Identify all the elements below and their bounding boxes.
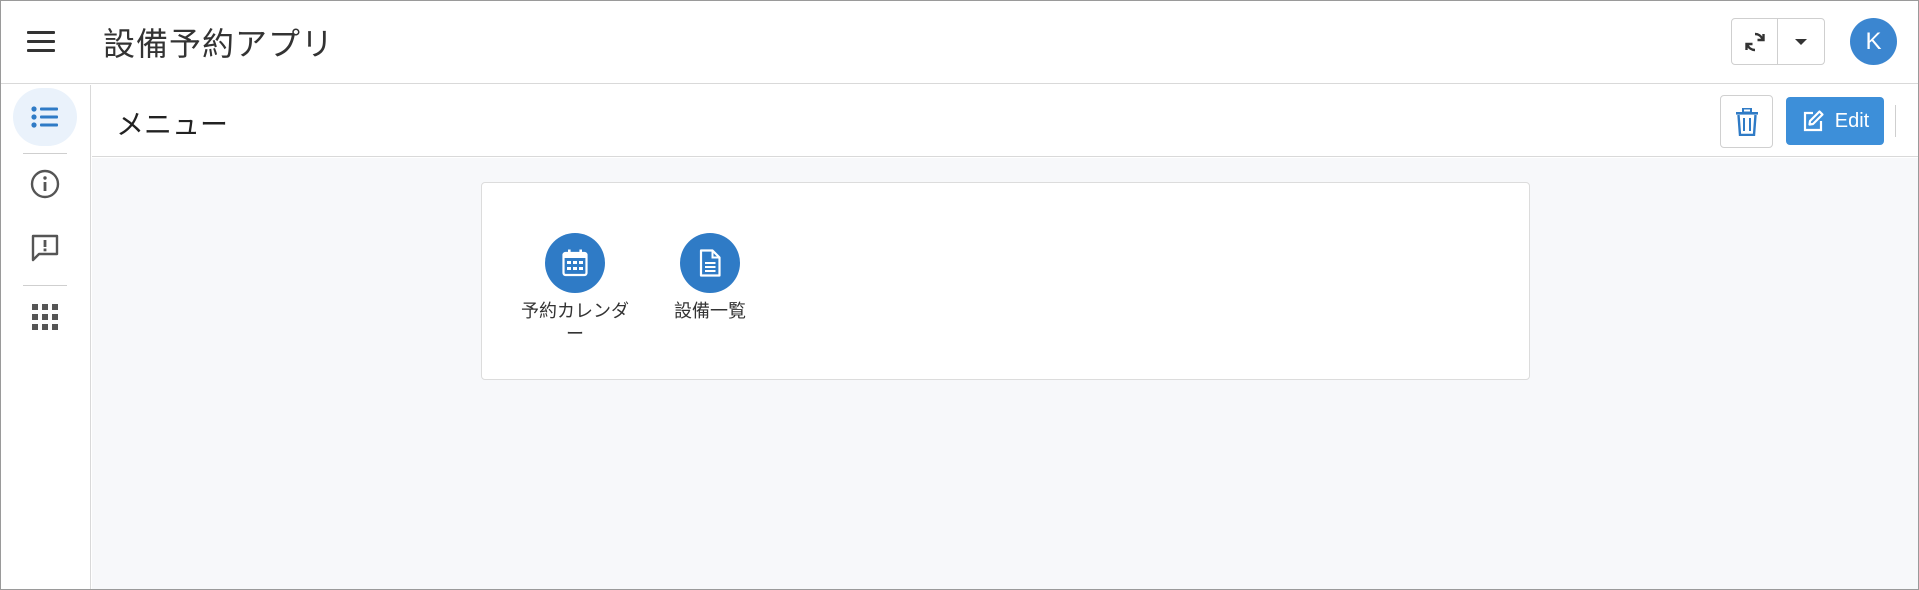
edit-icon: [1803, 110, 1824, 132]
rail-item-feedback[interactable]: [13, 219, 77, 277]
header-divider: [1895, 105, 1896, 137]
rail-item-info[interactable]: [13, 155, 77, 213]
edit-button-label: Edit: [1834, 109, 1870, 132]
sync-button-group: [1731, 18, 1825, 65]
calendar-icon: [562, 249, 588, 277]
menu-card: 予約カレンダー 設備一覧: [481, 182, 1530, 380]
menu-item-equipment-list[interactable]: 設備一覧: [648, 233, 772, 323]
rail-item-apps[interactable]: [13, 288, 77, 346]
sync-icon: [1744, 32, 1765, 51]
sync-button[interactable]: [1732, 19, 1778, 64]
app-title: 設備予約アプリ: [103, 25, 335, 63]
app-window: 設備予約アプリ K メニュー Edit 予約カレンダー 設備一覧: [0, 0, 1919, 590]
side-rail: [1, 85, 91, 589]
user-avatar[interactable]: K: [1850, 18, 1897, 65]
menu-item-label: 予約カレンダー: [521, 301, 629, 345]
menu-item-label: 設備一覧: [674, 301, 746, 322]
apps-grid-icon: [32, 304, 58, 330]
info-icon: [30, 169, 60, 199]
content-area: 予約カレンダー 設備一覧: [92, 158, 1918, 589]
feedback-icon: [31, 234, 59, 262]
trash-icon: [1735, 107, 1758, 136]
document-icon: [699, 249, 721, 277]
menu-item-icon-circle: [545, 233, 605, 293]
menu-item-icon-circle: [680, 233, 740, 293]
hamburger-menu-icon[interactable]: [27, 31, 57, 53]
top-bar: 設備予約アプリ K: [1, 1, 1918, 84]
menu-item-reservation-calendar[interactable]: 予約カレンダー: [513, 233, 637, 346]
delete-button[interactable]: [1720, 95, 1773, 148]
list-icon: [31, 106, 58, 128]
caret-down-icon: [1795, 38, 1807, 45]
rail-divider: [23, 285, 67, 286]
edit-button[interactable]: Edit: [1786, 97, 1884, 145]
rail-divider: [23, 153, 67, 154]
rail-item-list[interactable]: [13, 88, 77, 146]
sync-options-dropdown[interactable]: [1778, 19, 1824, 64]
page-header: メニュー Edit: [92, 85, 1918, 157]
page-title: メニュー: [116, 108, 229, 141]
